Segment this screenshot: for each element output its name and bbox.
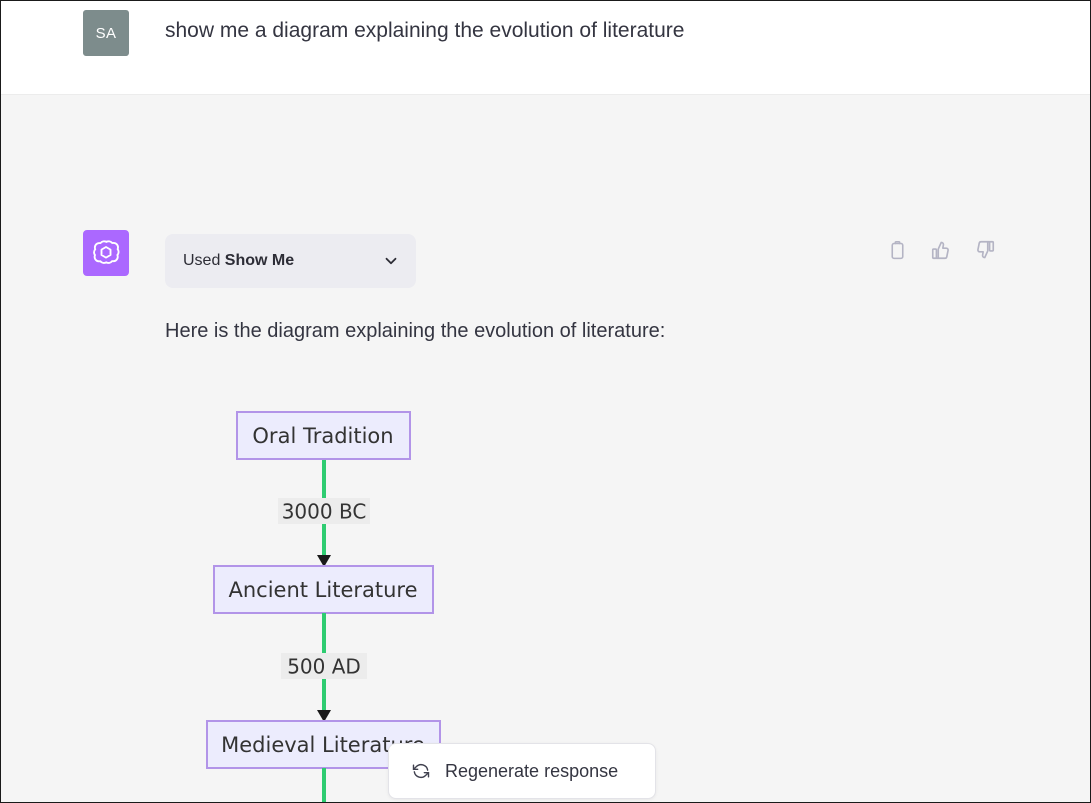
edge-label: 3000 BC [282,500,367,524]
flowchart-diagram: 3000 BC Oral Tradition Ancient Literatur… [1,385,1090,803]
regenerate-response-button[interactable]: Regenerate response [388,743,656,799]
plugin-used-dropdown[interactable]: Used Show Me [165,234,416,288]
message-action-bar [884,237,998,263]
plugin-prefix: Used [183,252,225,269]
plugin-used-label: Used Show Me [183,252,294,270]
assistant-message-turn: Used Show Me [1,95,1090,803]
user-message-turn: SA show me a diagram explaining the evol… [1,1,1090,95]
assistant-intro-text: Here is the diagram explaining the evolu… [165,317,665,345]
openai-logo-icon [91,238,121,268]
thumbs-up-icon[interactable] [928,237,954,263]
copy-icon[interactable] [884,237,910,263]
refresh-icon [411,761,431,781]
user-message-text: show me a diagram explaining the evoluti… [165,17,684,45]
thumbs-down-icon[interactable] [972,237,998,263]
chevron-down-icon[interactable] [382,252,400,270]
chat-page: SA show me a diagram explaining the evol… [0,0,1091,803]
assistant-avatar [83,230,129,276]
regenerate-response-label: Regenerate response [445,761,618,782]
edge-label: 500 AD [287,655,361,679]
flowchart-node-label: Ancient Literature [228,578,417,602]
avatar: SA [83,10,129,56]
flowchart-node-label: Oral Tradition [252,424,393,448]
plugin-name: Show Me [225,252,294,269]
